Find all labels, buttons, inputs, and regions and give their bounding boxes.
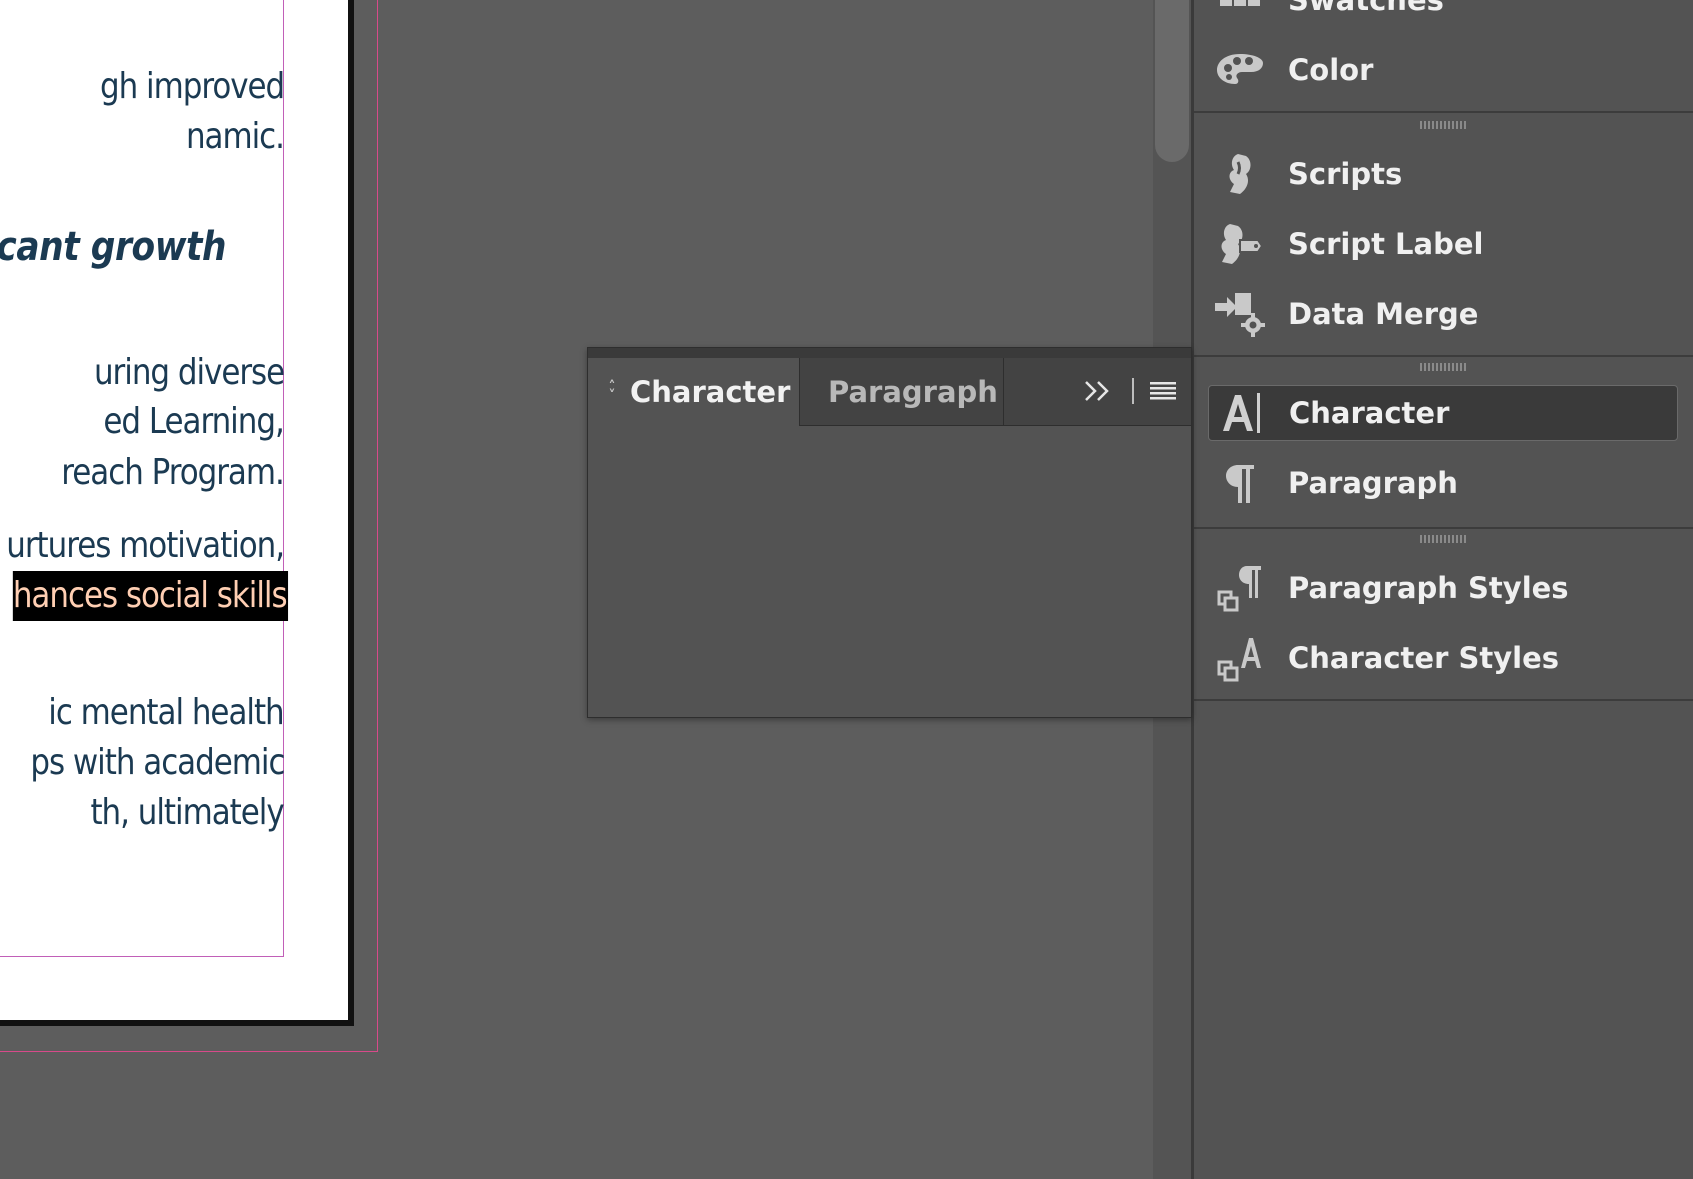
dock-item-label: Paragraph — [1288, 466, 1458, 500]
group-grip-handle[interactable] — [1420, 121, 1468, 129]
text-frame[interactable]: gh improved namic. cant growth uring div… — [0, 0, 320, 900]
dock-item-label: Color — [1288, 53, 1374, 87]
text-line[interactable]: uring diverse — [94, 348, 285, 398]
collapse-panel-icon[interactable] — [1082, 376, 1116, 406]
dock-item-paragraph[interactable]: Paragraph — [1208, 455, 1678, 511]
swatches-icon — [1212, 0, 1268, 28]
dock-item-label: Swatches — [1288, 0, 1444, 17]
dock-item-scripts[interactable]: Scripts — [1208, 146, 1678, 202]
dock-group-type: Character Paragraph — [1194, 357, 1693, 529]
text-heading-line[interactable]: cant growth — [0, 222, 226, 272]
dock-item-character-styles[interactable]: Character Styles — [1208, 630, 1678, 686]
dock-item-data-merge[interactable]: Data Merge — [1208, 286, 1678, 342]
dock-item-label: Data Merge — [1288, 297, 1479, 331]
dock-group-styles: Paragraph Styles Character Styles — [1194, 529, 1693, 701]
character-icon — [1213, 385, 1269, 441]
panel-dock: Swatches Color Scripts Script Label Data… — [1191, 0, 1693, 1179]
dock-item-paragraph-styles[interactable]: Paragraph Styles — [1208, 560, 1678, 616]
dock-item-script-label[interactable]: Script Label — [1208, 216, 1678, 272]
dock-item-label: Character — [1289, 396, 1450, 430]
dock-item-label: Scripts — [1288, 157, 1403, 191]
text-line[interactable]: gh improved — [100, 62, 285, 112]
text-line[interactable]: ic mental health — [49, 688, 285, 738]
dock-item-label: Script Label — [1288, 227, 1484, 261]
scripts-icon — [1212, 146, 1268, 202]
dock-group-scripts: Scripts Script Label Data Merge — [1194, 113, 1693, 357]
text-line[interactable]: reach Program. — [61, 448, 285, 498]
group-grip-handle[interactable] — [1420, 535, 1468, 543]
panel-menu-icon[interactable] — [1149, 379, 1177, 403]
text-line[interactable]: namic. — [186, 112, 285, 162]
paragraph-styles-icon — [1212, 560, 1268, 616]
indesign-workspace: gh improved namic. cant growth uring div… — [0, 0, 1693, 1179]
panel-body — [588, 426, 1191, 717]
dock-group-swatches-color: Swatches Color — [1194, 0, 1693, 113]
dock-item-color[interactable]: Color — [1208, 42, 1678, 98]
tab-label: Paragraph — [828, 374, 998, 409]
text-line[interactable]: th, ultimately — [91, 788, 285, 838]
toolbar-separator — [1132, 378, 1134, 404]
panel-tab-bar: ˄ ˅ Character Paragraph — [588, 358, 1191, 426]
color-palette-icon — [1212, 42, 1268, 98]
script-label-icon — [1212, 216, 1268, 272]
dock-item-swatches[interactable]: Swatches — [1208, 0, 1678, 28]
paragraph-icon — [1212, 455, 1268, 511]
data-merge-icon — [1212, 286, 1268, 342]
document-page[interactable]: gh improved namic. cant growth uring div… — [0, 0, 354, 1026]
dock-item-label: Paragraph Styles — [1288, 571, 1569, 605]
expand-collapse-arrows-icon[interactable]: ˄ ˅ — [594, 380, 630, 403]
scrollbar-thumb[interactable] — [1155, 0, 1189, 162]
text-line[interactable]: ed Learning, — [104, 397, 285, 447]
character-styles-icon — [1212, 630, 1268, 686]
floating-character-panel[interactable]: ˄ ˅ Character Paragraph — [587, 347, 1192, 718]
text-line[interactable]: urtures motivation, — [6, 521, 285, 571]
tab-paragraph[interactable]: Paragraph — [800, 358, 1004, 425]
text-line[interactable]: ps with academic — [30, 738, 285, 788]
panel-title-bar[interactable] — [588, 348, 1191, 358]
group-grip-handle[interactable] — [1420, 363, 1468, 371]
selected-text-line[interactable]: hances social skills — [12, 571, 288, 621]
tab-label: Character — [630, 375, 791, 409]
dock-item-character[interactable]: Character — [1208, 385, 1678, 441]
tab-character[interactable]: ˄ ˅ Character — [588, 358, 800, 426]
dock-item-label: Character Styles — [1288, 641, 1560, 675]
